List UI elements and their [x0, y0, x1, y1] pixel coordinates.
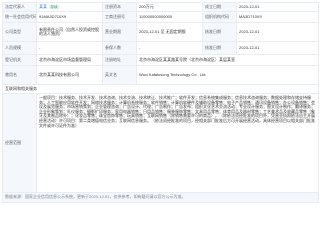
authority-value: 北京市海淀区市场监督管理局	[36, 54, 103, 66]
legal-rep-label: 法定代表人	[2, 2, 37, 12]
reg-no-label: 工商注册号	[102, 11, 137, 23]
address-label: 注册地址	[102, 54, 137, 66]
check-date-label: 核准日期	[202, 41, 237, 55]
company-info-table: 法定代表人 某某 存续 注册资本 200万元 成立日期 2023-12-01 统一…	[2, 2, 319, 203]
table-row: 统一社会信用代码 91MA3D710X9 工商注册号 1100000000000…	[2, 11, 319, 23]
legal-rep-link[interactable]: 某某	[39, 4, 47, 9]
approve-value: 2023-12-01	[236, 22, 319, 42]
term-value: 2023-12-01 至 无固定期限	[136, 22, 203, 42]
reg-capital-value: 200万元	[136, 2, 203, 12]
authority-label: 登记机关	[2, 54, 37, 66]
company-info-panel: 法定代表人 某某 存续 注册资本 200万元 成立日期 2023-12-01 统一…	[2, 2, 319, 238]
company-type-label: 公司类型	[2, 22, 37, 42]
table-row: 曾用名 北京某某科技有限公司 英文名 Wuxi Katalusong Techn…	[2, 65, 319, 85]
table-row: 互联网和相关服务	[2, 84, 319, 94]
org-code-value: MA3D710X9	[236, 11, 319, 23]
insured-label: 参保人数	[102, 41, 137, 55]
table-row: 数据来源：国家企业信用信息公示系统，更新于2023-12-01，仅供参考，如有疑…	[2, 192, 319, 203]
table-row: 登记机关 北京市海淀区市场监督管理局 注册地址 北京市海淀区某某路某号院（北京市…	[2, 54, 319, 66]
scope-value: 一般项目：技术服务、技术开发、技术咨询、技术交流、技术转让、技术推广；软件开发；…	[36, 93, 319, 193]
address-value: 北京市海淀区某某路某号院（北京市海淀区）某层某室	[136, 54, 319, 66]
term-label: 营业期限	[102, 22, 137, 42]
reg-no-value: 110000000000000	[136, 11, 203, 23]
credit-code-label: 统一社会信用代码	[2, 11, 37, 23]
credit-code-value: 91MA3D710X9	[36, 11, 103, 23]
former-name-value: 北京某某科技有限公司	[36, 65, 103, 85]
status-badge: 存续	[49, 4, 59, 10]
founded-value: 2023-12-01	[236, 2, 319, 12]
table-row: 人员规模 - 参保人数 - 核准日期 2023-12-01	[2, 41, 319, 55]
approve-label: 核准日期	[202, 22, 237, 42]
english-name-value: Wuxi Katalusong Technology Co., Ltd.	[136, 65, 319, 85]
former-name-label: 曾用名	[2, 65, 37, 85]
staff-label: 人员规模	[2, 41, 37, 55]
staff-value: -	[36, 41, 103, 55]
table-row: 公司类型 有限责任公司（自然人投资或控股的法人独资） 营业期限 2023-12-…	[2, 22, 319, 42]
industry-value: 互联网和相关服务	[2, 84, 319, 94]
table-row: 经营范围 一般项目：技术服务、技术开发、技术咨询、技术交流、技术转让、技术推广；…	[2, 93, 319, 193]
org-code-label: 组织机构代码	[202, 11, 237, 23]
scope-label: 经营范围	[2, 93, 37, 193]
legal-rep-value[interactable]: 某某 存续	[36, 2, 103, 12]
founded-label: 成立日期	[202, 2, 237, 12]
reg-capital-label: 注册资本	[102, 2, 137, 12]
insured-value: -	[136, 41, 203, 55]
company-type-value: 有限责任公司（自然人投资或控股的法人独资）	[36, 22, 103, 42]
check-date-value: 2023-12-01	[236, 41, 319, 55]
footer-note: 数据来源：国家企业信用信息公示系统，更新于2023-12-01，仅供参考，如有疑…	[2, 192, 319, 203]
english-name-label: 英文名	[102, 65, 137, 85]
table-row: 法定代表人 某某 存续 注册资本 200万元 成立日期 2023-12-01	[2, 2, 319, 12]
